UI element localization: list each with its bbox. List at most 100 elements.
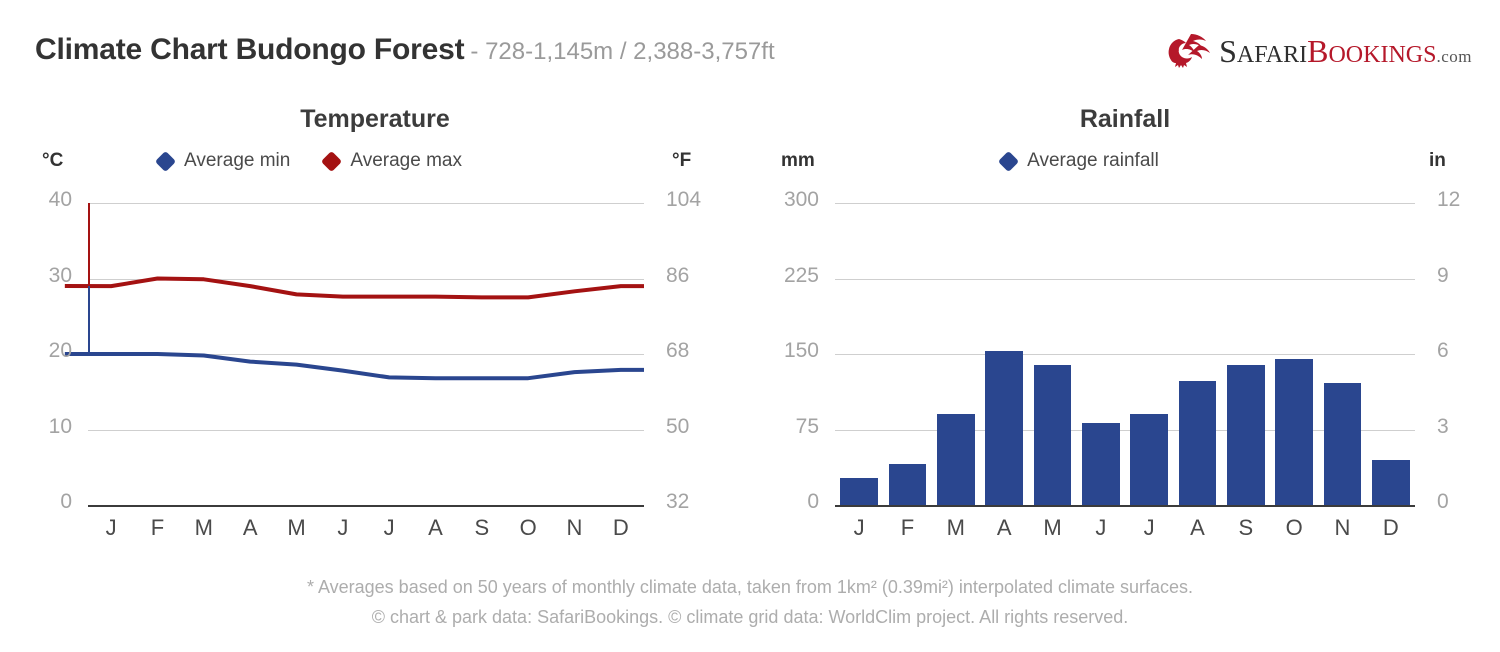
x-tick-label-month: M — [946, 515, 965, 540]
x-tick-label-month: J — [383, 515, 395, 540]
x-tick-label-month: N — [566, 515, 583, 540]
safaribookings-logo[interactable]: SAFARIBOOKINGS.com — [1161, 30, 1472, 72]
temperature-unit-fahrenheit: °F — [672, 150, 692, 171]
page-title-elevation: - 728-1,145m / 2,388-3,757ft — [470, 38, 775, 65]
x-tick-label-month: A — [996, 515, 1012, 540]
rainfall-bar[interactable] — [888, 463, 927, 505]
footer-note-copyright: © chart & park data: SafariBookings. © c… — [371, 607, 1129, 627]
page-title: Climate Chart Budongo Forest - 728-1,145m… — [35, 33, 775, 67]
x-axis-line — [835, 505, 1415, 507]
logo-com-suffix: .com — [1436, 47, 1472, 66]
lion-head-icon — [1168, 34, 1211, 68]
x-tick-label-month: M — [287, 515, 306, 540]
rainfall-bar[interactable] — [1371, 459, 1410, 505]
y2-tick-label: 50 — [666, 414, 690, 438]
legend-item-average-min[interactable]: Average min — [154, 150, 291, 172]
y-tick-label: 10 — [48, 414, 72, 438]
temperature-series-lines — [64, 276, 644, 381]
footer-note-averages: * Averages based on 50 years of monthly … — [306, 577, 1194, 597]
temperature-unit-celsius: °C — [42, 150, 64, 171]
y-tick-label: 0 — [60, 490, 72, 513]
rainfall-bar[interactable] — [1033, 365, 1072, 505]
page-header: Climate Chart Budongo Forest - 728-1,145m… — [0, 0, 1500, 92]
x-tick-label-month: A — [242, 515, 258, 540]
page-title-main: Climate Chart Budongo Forest — [35, 33, 465, 66]
x-tick-label-month: D — [1382, 515, 1399, 540]
series-line-average-min — [64, 352, 644, 381]
gridline — [835, 203, 1415, 204]
logo-wordmark: SAFARIBOOKINGS.com — [1219, 35, 1472, 67]
x-tick-label-month: J — [105, 515, 117, 540]
x-tick-label-month: F — [900, 515, 915, 540]
y-tick-label: 75 — [795, 414, 819, 438]
min-line-start-stub — [88, 286, 90, 354]
legend-item-average-rainfall[interactable]: Average rainfall — [998, 150, 1159, 172]
rainfall-bar[interactable] — [1081, 423, 1120, 505]
legend-label-average-max: Average max — [350, 150, 462, 171]
y-tick-label: 20 — [48, 339, 72, 362]
legend-item-average-max[interactable]: Average max — [321, 150, 462, 172]
x-tick-label-month: A — [1190, 515, 1205, 540]
x-tick-label-month: M — [194, 515, 213, 540]
x-tick-label-month: J — [337, 515, 349, 540]
x-tick-label-month: J — [1095, 515, 1107, 540]
y2-tick-label: 6 — [1437, 339, 1449, 362]
x-tick-label-month: F — [150, 515, 165, 540]
y-tick-label: 150 — [783, 339, 819, 362]
y2-tick-label: 86 — [666, 263, 690, 287]
rainfall-legend: Average rainfall — [780, 150, 1380, 172]
rainfall-bar[interactable] — [1323, 383, 1362, 505]
gridline — [835, 354, 1415, 355]
rainfall-plot-area — [835, 203, 1415, 507]
rainfall-unit-mm: mm — [781, 150, 815, 171]
y-tick-label: 0 — [807, 490, 819, 513]
rainfall-chart-panel: Rainfall mm in Average rainfall 0 75 150 22… — [750, 95, 1500, 560]
y2-tick-label: 12 — [1437, 188, 1461, 211]
y2-tick-label: 9 — [1437, 263, 1449, 287]
x-tick-label-month: S — [474, 515, 490, 540]
y-tick-label: 225 — [783, 263, 819, 287]
y-tick-label: 40 — [48, 188, 72, 211]
logo-bookings-cap: B — [1307, 33, 1329, 69]
logo-bookings-rest: OOKINGS — [1328, 42, 1437, 68]
chart-footer: * Averages based on 50 years of monthly … — [0, 572, 1500, 632]
y2-tick-label: 0 — [1437, 490, 1449, 513]
y2-tick-label: 32 — [666, 490, 690, 513]
rainfall-bar[interactable] — [840, 477, 878, 505]
x-axis-line — [88, 505, 644, 507]
x-tick-label-month: S — [1238, 515, 1254, 540]
logo-safari-cap: S — [1219, 33, 1237, 69]
logo-safari-rest: AFARI — [1236, 42, 1308, 68]
rainfall-bar[interactable] — [985, 350, 1023, 505]
y-tick-label: 300 — [783, 188, 819, 211]
legend-diamond-icon — [154, 150, 177, 172]
legend-label-average-rainfall: Average rainfall — [1027, 150, 1159, 171]
x-tick-label-month: N — [1334, 515, 1351, 540]
y2-tick-label: 104 — [666, 188, 702, 211]
x-tick-label-month: O — [519, 515, 537, 540]
rainfall-bar[interactable] — [936, 414, 975, 505]
legend-label-average-min: Average min — [184, 150, 291, 171]
rainfall-bar[interactable] — [1226, 365, 1265, 505]
temperature-chart-panel: Temperature °C °F Average min Average ma… — [0, 95, 750, 560]
y2-tick-label: 3 — [1437, 414, 1449, 438]
rainfall-chart-title: Rainfall — [1079, 105, 1171, 133]
series-line-average-max — [64, 276, 644, 300]
rainfall-bar[interactable] — [1275, 359, 1313, 505]
rainfall-bar[interactable] — [1178, 381, 1217, 505]
rainfall-bar[interactable] — [1130, 414, 1168, 505]
rainfall-unit-in: in — [1429, 150, 1446, 171]
temperature-chart-title: Temperature — [300, 105, 450, 133]
x-tick-label-month: A — [428, 515, 443, 540]
y-tick-label: 30 — [48, 263, 72, 287]
x-tick-label-month: J — [853, 515, 865, 540]
y2-tick-label: 68 — [666, 339, 690, 362]
legend-diamond-icon — [321, 150, 343, 172]
max-line-start-stub — [88, 203, 90, 287]
gridline — [835, 278, 1415, 280]
x-tick-label-month: O — [1285, 515, 1303, 540]
legend-diamond-icon — [998, 150, 1020, 172]
x-tick-label-month: J — [1143, 515, 1155, 540]
x-tick-label-month: M — [1043, 515, 1062, 540]
x-tick-label-month: D — [612, 515, 629, 540]
